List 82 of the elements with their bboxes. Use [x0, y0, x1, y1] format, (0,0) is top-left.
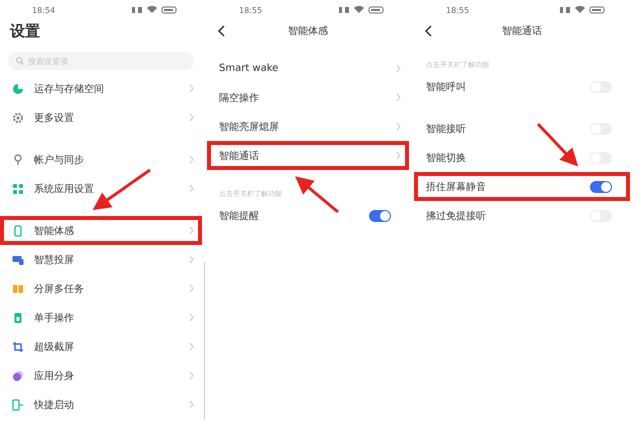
chevron-icon — [396, 151, 401, 160]
chevron-icon — [396, 122, 401, 131]
chevron-icon — [189, 84, 194, 93]
setting-label: 智能体感 — [34, 224, 75, 238]
setting-row[interactable]: 更多设置 — [0, 103, 202, 132]
setting-label: 智能切换 — [426, 152, 467, 164]
chevron-icon — [189, 255, 194, 264]
highlighted-setting-row[interactable]: 智能体感 — [0, 216, 202, 245]
chevron-icon — [189, 184, 194, 193]
page-title: 设置 — [8, 21, 41, 42]
setting-row[interactable]: 系统应用设置 — [0, 174, 202, 203]
setting-label: 捂住屏幕静音 — [426, 180, 487, 194]
phone-icon — [12, 224, 24, 236]
setting-label: 智能提醒 — [219, 210, 260, 222]
chevron-icon — [189, 313, 194, 322]
pin-icon — [12, 154, 24, 166]
search-icon — [16, 57, 24, 65]
phone-hand-icon — [12, 312, 24, 324]
setting-row[interactable]: 智能亮屏熄屏 — [207, 112, 409, 141]
grid-icon — [12, 182, 24, 194]
setting-row[interactable]: Smart wake — [207, 54, 409, 83]
setting-row[interactable]: 智能呼叫 — [414, 72, 630, 101]
setting-label: 应用分身 — [34, 370, 75, 382]
setting-row[interactable]: 超级截屏 — [0, 332, 202, 361]
setting-row[interactable]: 运存与存储空间 — [0, 74, 202, 103]
setting-label: 智慧投屏 — [34, 254, 75, 266]
chevron-icon — [396, 93, 401, 102]
setting-row[interactable]: 单手操作 — [0, 303, 202, 332]
page-title: 智能体感 — [288, 24, 328, 38]
setting-row[interactable]: 应用分身 — [0, 361, 202, 390]
setting-row[interactable]: 智能提醒 — [207, 201, 409, 230]
chevron-icon — [189, 284, 194, 293]
chevron-icon — [189, 371, 194, 380]
setting-label: 分屏多任务 — [34, 282, 85, 296]
setting-label: 快捷启动 — [34, 398, 75, 412]
setting-label: 更多设置 — [34, 112, 75, 124]
setting-row[interactable]: 隔空操作 — [207, 83, 409, 112]
setting-label: 拂过免提接听 — [426, 210, 487, 222]
launch-icon — [12, 398, 24, 410]
annotation-arrow — [92, 168, 151, 210]
highlighted-setting-row[interactable]: 智能通话 — [207, 141, 409, 170]
setting-label: Smart wake — [219, 63, 280, 74]
crop-icon — [12, 340, 24, 352]
chevron-icon — [189, 113, 194, 122]
setting-row[interactable]: 分屏多任务 — [0, 274, 202, 303]
setting-row[interactable]: 智能切换 — [414, 143, 630, 172]
chevron-icon — [189, 342, 194, 351]
setting-row[interactable]: 智能接听 — [414, 114, 630, 143]
highlighted-setting-row[interactable]: 捂住屏幕静音 — [414, 172, 630, 201]
setting-label: 智能亮屏熄屏 — [219, 120, 280, 134]
setting-label: 系统应用设置 — [34, 182, 95, 196]
status-time: 18:55 — [239, 6, 262, 14]
setting-label: 单手操作 — [34, 312, 75, 324]
chevron-icon — [189, 226, 194, 235]
setting-label: 超级截屏 — [34, 340, 75, 354]
chevron-icon — [189, 400, 194, 409]
screen-icon — [12, 254, 24, 266]
status-time: 18:54 — [32, 6, 56, 14]
setting-label: 智能呼叫 — [426, 80, 467, 94]
setting-label: 隔空操作 — [219, 92, 260, 104]
setting-label: 智能接听 — [426, 122, 467, 136]
pie-chart-icon — [12, 82, 24, 94]
chevron-icon — [396, 64, 401, 73]
toggle-switch[interactable] — [369, 210, 391, 222]
annotation-arrow — [295, 176, 339, 214]
split-icon — [12, 282, 24, 294]
setting-row[interactable]: 拂过免提接听 — [414, 201, 630, 230]
gear-icon — [12, 112, 24, 124]
setting-label: 运存与存储空间 — [34, 82, 105, 96]
status-time: 18:55 — [446, 6, 470, 14]
back-icon[interactable] — [424, 25, 432, 37]
setting-row[interactable]: 帐户与同步 — [0, 145, 202, 174]
setting-row[interactable]: 快捷启动 — [0, 390, 202, 419]
toggle-switch[interactable] — [590, 180, 612, 192]
chevron-icon — [189, 155, 194, 164]
circles-icon — [12, 370, 24, 382]
setting-label: 智能通话 — [219, 150, 260, 162]
setting-label: 帐户与同步 — [34, 154, 85, 166]
annotation-arrow — [536, 122, 578, 167]
setting-row[interactable]: 智慧投屏 — [0, 245, 202, 274]
page-title: 智能通话 — [502, 24, 542, 38]
back-icon[interactable] — [217, 25, 225, 37]
